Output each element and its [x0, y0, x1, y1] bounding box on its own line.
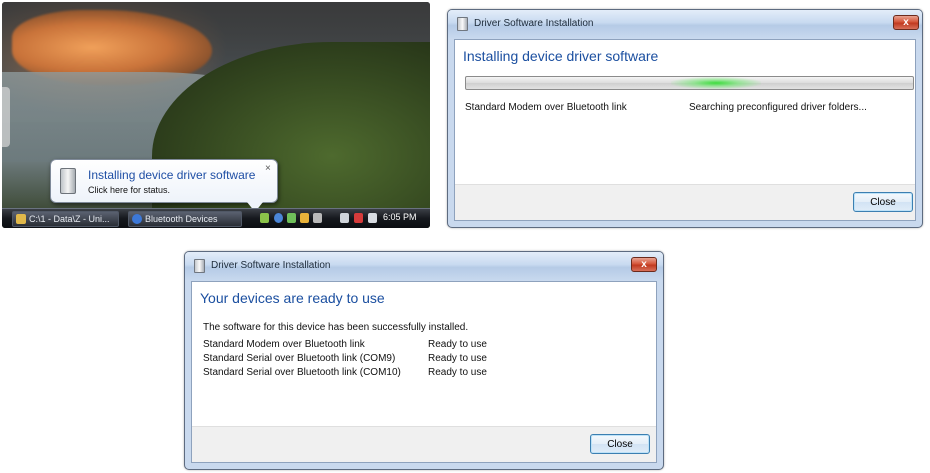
device-status: Ready to use	[428, 367, 487, 378]
device-name: Standard Serial over Bluetooth link (COM…	[203, 367, 401, 378]
security-tray-icon[interactable]	[300, 213, 309, 223]
dialog-titlebar[interactable]: Driver Software Installation x	[448, 10, 922, 38]
dialog-titlebar[interactable]: Driver Software Installation x	[185, 252, 663, 280]
driver-install-dialog-progress: Driver Software Installation x Installin…	[447, 9, 923, 228]
device-icon	[194, 259, 205, 273]
taskbar-button-label: C:\1 - Data\Z - Uni...	[29, 214, 110, 224]
taskbar-button-explorer[interactable]: C:\1 - Data\Z - Uni...	[12, 211, 119, 227]
close-window-button[interactable]: x	[893, 15, 919, 30]
install-progress-bar	[465, 76, 914, 90]
taskbar: C:\1 - Data\Z - Uni... Bluetooth Devices…	[2, 208, 430, 228]
dialog-heading: Installing device driver software	[463, 48, 659, 64]
taskbar-button-bluetooth-devices[interactable]: Bluetooth Devices	[128, 211, 242, 227]
device-status: Ready to use	[428, 339, 487, 350]
device-icon	[457, 17, 468, 31]
sidebar-edge-tab[interactable]	[2, 87, 10, 147]
progress-glow	[671, 77, 761, 89]
volume-icon[interactable]	[368, 213, 377, 223]
notification-balloon[interactable]: Installing device driver software Click …	[50, 159, 278, 212]
device-name: Standard Serial over Bluetooth link (COM…	[203, 353, 396, 364]
dialog-footer: Close	[455, 184, 915, 220]
desktop-screenshot: Installing device driver software Click …	[2, 2, 430, 228]
success-message: The software for this device has been su…	[203, 322, 469, 333]
taskbar-clock[interactable]: 6:05 PM	[383, 212, 417, 222]
balloon-subtitle: Click here for status.	[88, 185, 171, 195]
device-status: Ready to use	[428, 353, 487, 364]
install-status: Searching preconfigured driver folders..…	[689, 102, 867, 113]
driver-install-dialog-complete: Driver Software Installation x Your devi…	[184, 251, 664, 470]
dialog-client-area: Your devices are ready to use The softwa…	[191, 281, 657, 463]
dialog-footer: Close	[192, 426, 656, 462]
device-name: Standard Modem over Bluetooth link	[203, 339, 365, 350]
dialog-title: Driver Software Installation	[211, 260, 331, 271]
folder-icon	[16, 214, 26, 224]
device-install-tray-icon[interactable]	[260, 213, 269, 223]
dialog-title: Driver Software Installation	[474, 18, 594, 29]
taskbar-button-label: Bluetooth Devices	[145, 214, 218, 224]
balloon-close-icon[interactable]: ×	[265, 163, 271, 174]
device-icon	[60, 168, 76, 194]
bluetooth-tray-icon[interactable]	[274, 213, 283, 223]
dialog-client-area: Installing device driver software Standa…	[454, 39, 916, 221]
network-tray-icon[interactable]	[287, 213, 296, 223]
device-name: Standard Modem over Bluetooth link	[465, 102, 627, 113]
dialog-heading: Your devices are ready to use	[200, 290, 385, 306]
close-button[interactable]: Close	[853, 192, 913, 212]
battery-icon[interactable]	[340, 213, 349, 223]
bluetooth-icon	[132, 214, 142, 224]
balloon-title: Installing device driver software	[88, 168, 256, 182]
close-button[interactable]: Close	[590, 434, 650, 454]
close-window-button[interactable]: x	[631, 257, 657, 272]
network-disconnected-icon[interactable]	[354, 213, 363, 223]
app-tray-icon[interactable]	[313, 213, 322, 223]
